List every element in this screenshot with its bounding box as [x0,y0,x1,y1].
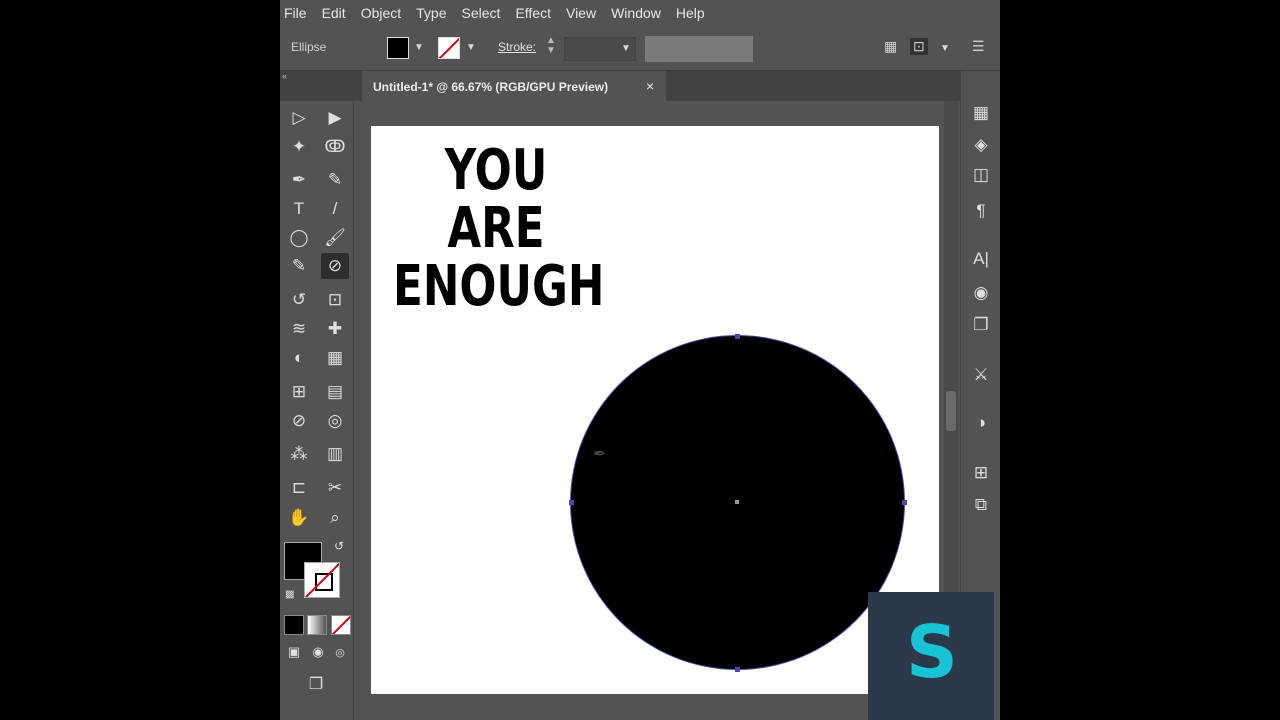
stroke-spinner-icon[interactable]: ▲ ▼ [546,36,556,56]
ellipse-center-point [735,500,739,504]
headline-text[interactable]: YOU ARE ENOUGH [393,138,605,319]
properties-panel-icon[interactable]: ▦ [969,101,993,125]
channel-logo: S [868,592,994,720]
screen-mode-icon[interactable]: ❐ [302,671,330,697]
stroke-color-swatch[interactable] [438,37,460,59]
gradient-mode-button[interactable] [307,615,327,635]
rotate-tool-icon[interactable]: ↺ [285,287,313,313]
eyedropper-cursor-icon: ✒ [593,446,607,463]
menu-select[interactable]: Select [458,0,512,26]
shape-builder-tool-icon[interactable]: ◐ [285,345,313,371]
graph-tool-icon[interactable]: ▥ [321,441,349,467]
scale-tool-icon[interactable]: ⊡ [321,287,349,313]
headline-line-1: YOU [444,138,548,203]
gradient-tool-icon[interactable]: ▤ [321,379,349,405]
selected-object-type: Ellipse [291,40,327,54]
swatches-panel-icon[interactable]: ❐ [969,313,993,337]
layers-panel-icon[interactable]: ◈ [969,133,993,157]
panel-menu-icon[interactable]: ☰ [972,38,985,55]
document-tab-title: Untitled-1* @ 66.67% (RGB/GPU Preview) [373,80,609,94]
swap-fill-stroke-icon[interactable]: ↺ [334,539,344,553]
headline-line-3: ENOUGH [393,254,605,319]
stroke-color-box[interactable] [304,562,340,598]
curvature-tool-icon[interactable]: ✎ [321,167,349,193]
brushes-panel-icon[interactable]: ⚔ [969,363,993,387]
eyedropper-active-tool-icon[interactable]: ⊘ [321,253,349,279]
symbol-sprayer-tool-icon[interactable]: ⁂ [285,441,313,467]
artboard[interactable]: YOU ARE ENOUGH ✒ [371,126,939,694]
transform-panel-icon[interactable]: ⊞ [969,461,993,485]
anchor-left[interactable] [569,500,574,505]
color-guide-panel-icon[interactable]: ◑ [969,411,993,435]
anchor-top[interactable] [735,334,740,339]
canvas-area[interactable]: YOU ARE ENOUGH ✒ [354,101,942,720]
warp-tool-icon[interactable]: ≋ [285,316,313,342]
scrollbar-thumb[interactable] [946,391,956,431]
close-icon[interactable]: × [646,78,654,94]
anchor-right[interactable] [902,500,907,505]
menu-type[interactable]: Type [412,0,457,26]
lasso-tool-icon[interactable]: ↂ [321,134,349,160]
color-mode-button[interactable] [284,615,304,635]
mesh-tool-icon[interactable]: ⊞ [285,379,313,405]
stroke-weight-chevron-icon[interactable]: ▼ [621,43,631,54]
type-tool-icon[interactable]: T [285,196,313,222]
document-tab-strip: « Untitled-1* @ 66.67% (RGB/GPU Preview)… [280,71,1000,101]
channel-logo-letter: S [906,610,958,694]
eyedropper-tool-icon[interactable]: ⊘ [285,408,313,434]
artboard-tool-icon[interactable]: ⊏ [285,475,313,501]
selection-tool-icon[interactable]: ▷ [285,105,313,131]
menu-window[interactable]: Window [607,0,672,26]
perspective-grid-tool-icon[interactable]: ▦ [321,345,349,371]
menu-help[interactable]: Help [672,0,716,26]
menu-effect[interactable]: Effect [511,0,562,26]
stroke-label[interactable]: Stroke: [498,40,536,54]
menu-view[interactable]: View [562,0,607,26]
menu-bar: File Edit Object Type Select Effect View… [280,0,1000,26]
draw-inside-icon[interactable]: ◎ [326,639,354,665]
stroke-dropdown-chevron-icon[interactable]: ▼ [466,42,476,53]
line-tool-icon[interactable]: / [321,196,349,222]
hand-tool-icon[interactable]: ✋ [285,505,313,531]
puppet-warp-tool-icon[interactable]: ✚ [321,316,349,342]
shaper-tool-icon[interactable]: ✎ [285,253,313,279]
fill-color-swatch[interactable] [387,37,409,59]
collapse-tools-icon[interactable]: « [282,71,287,81]
align-chevron-icon[interactable]: ▼ [940,43,950,54]
blend-tool-icon[interactable]: ◎ [321,408,349,434]
headline-line-2: ARE [447,196,545,261]
pathfinder-panel-icon[interactable]: ⧉ [969,493,993,517]
default-colors-icon[interactable]: ▩ [285,589,294,600]
zoom-tool-icon[interactable]: ⌕ [321,505,349,531]
menu-edit[interactable]: Edit [318,0,357,26]
align-grid-icon[interactable]: ▦ [884,38,897,55]
paintbrush-tool-icon[interactable]: 🖌 [321,225,349,251]
align-options-icon[interactable]: ⊡ [910,38,928,55]
libraries-panel-icon[interactable]: ◫ [969,163,993,187]
magic-wand-tool-icon[interactable]: ✦ [285,134,313,160]
none-mode-button[interactable] [331,615,351,635]
pen-tool-icon[interactable]: ✒ [285,167,313,193]
menu-object[interactable]: Object [357,0,412,26]
document-tab[interactable]: Untitled-1* @ 66.67% (RGB/GPU Preview) × [362,71,666,101]
color-panel-icon[interactable]: ◉ [969,281,993,305]
anchor-bottom[interactable] [735,667,740,672]
slice-tool-icon[interactable]: ✂ [321,475,349,501]
menu-file[interactable]: File [280,0,318,26]
fill-dropdown-chevron-icon[interactable]: ▼ [414,42,424,53]
control-bar: Ellipse ▼ ▼ Stroke: ▲ ▼ ▼ ▦ ⊡ ▼ ☰ [280,26,1000,71]
direct-selection-tool-icon[interactable]: ▶ [321,105,349,131]
paragraph-panel-icon[interactable]: ¶ [969,199,993,223]
ellipse-tool-icon[interactable]: ◯ [285,225,313,251]
character-panel-icon[interactable]: A| [969,247,993,271]
tools-panel: ▷ ▶ ✦ ↂ ✒ ✎ T / ◯ 🖌 ✎ ⊘ ↺ ⊡ ≋ ✚ ◐ ▦ ⊞ ▤ … [280,101,354,720]
style-field[interactable] [645,36,753,62]
